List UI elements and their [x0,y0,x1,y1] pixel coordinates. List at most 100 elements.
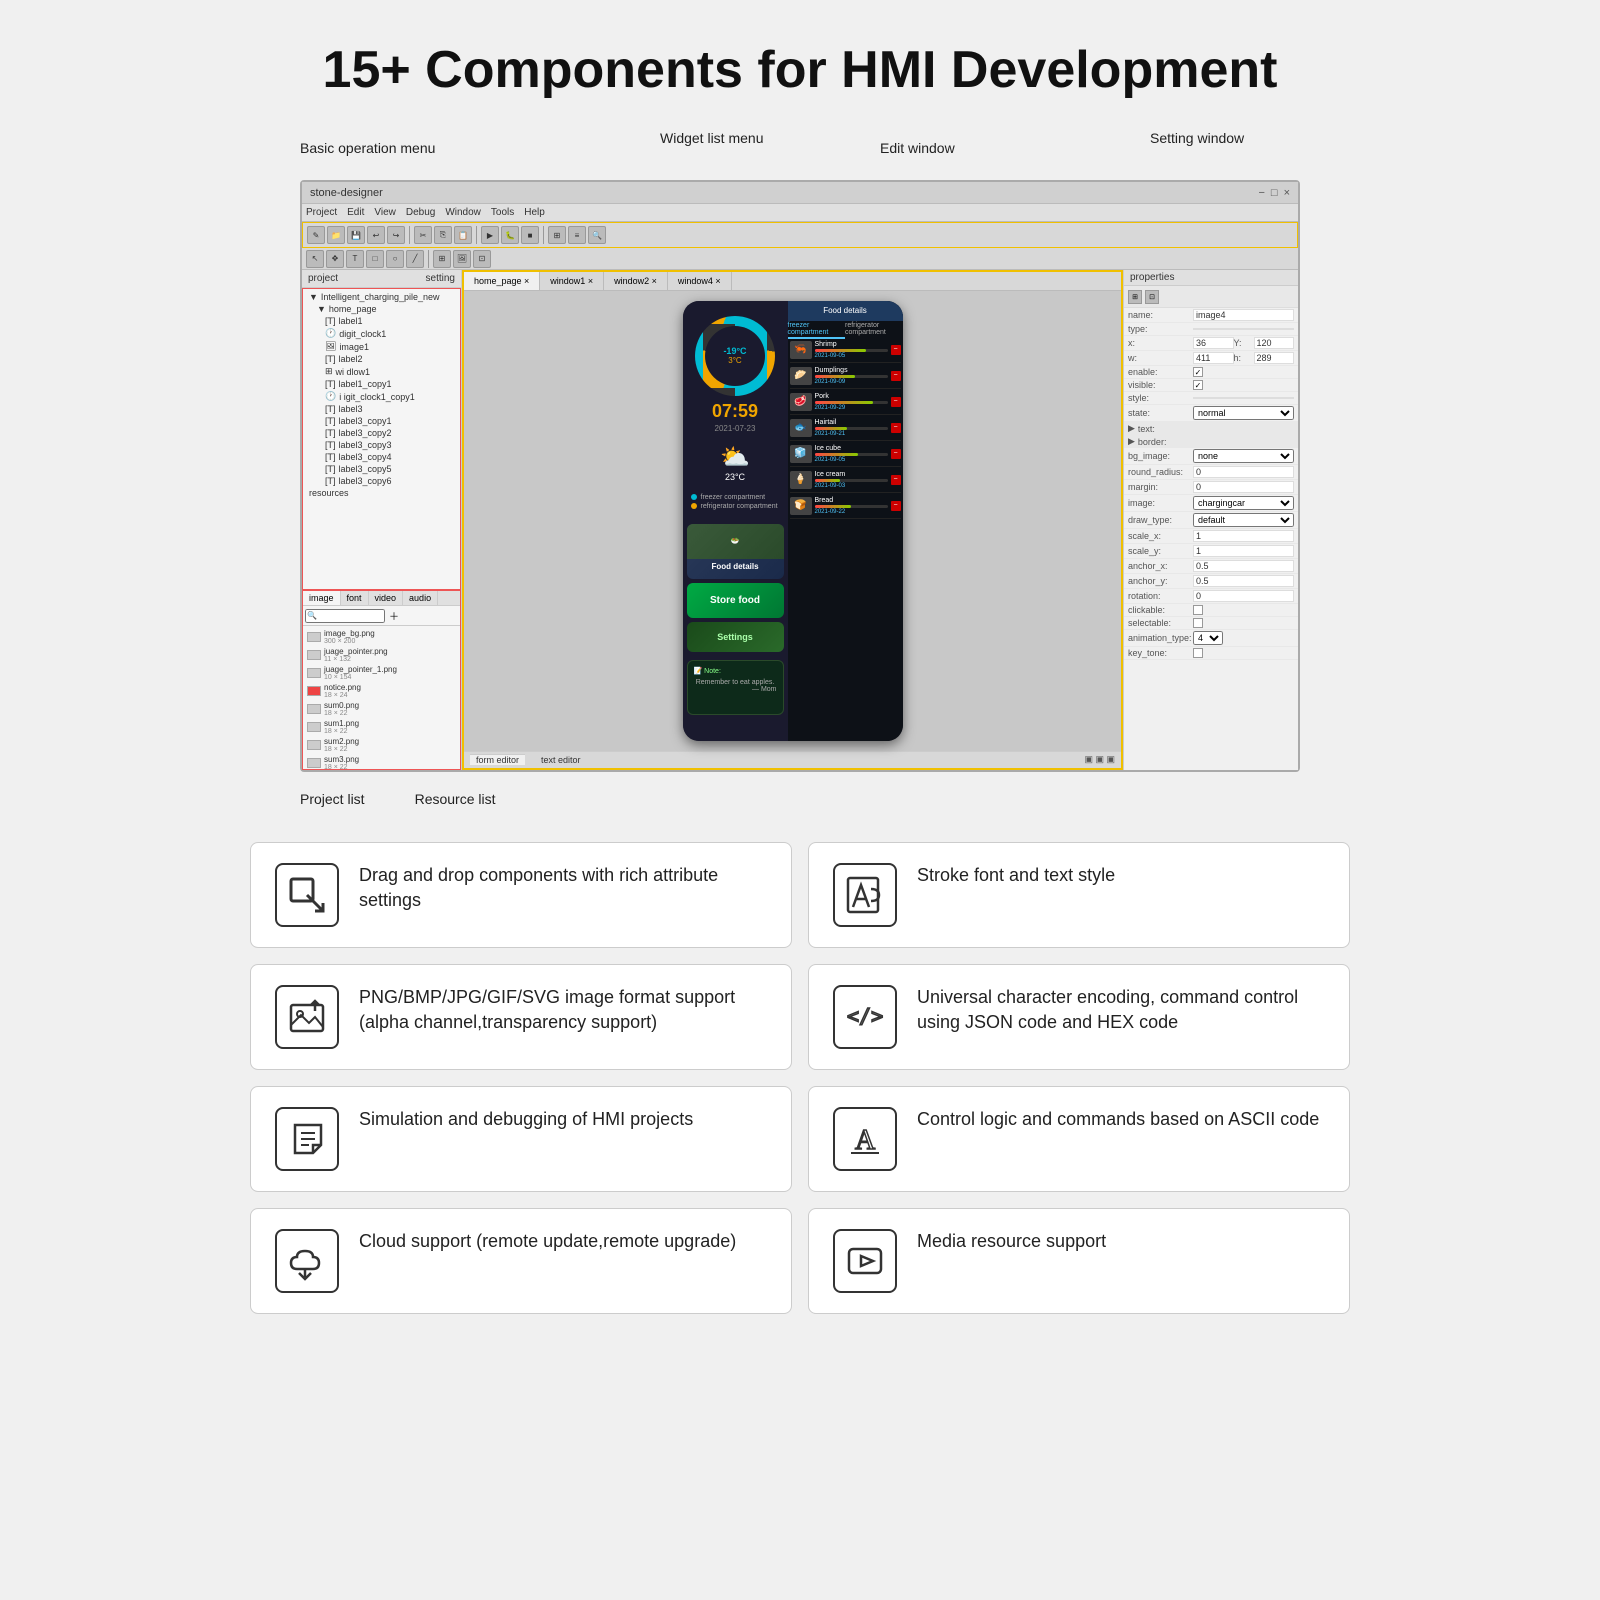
form-editor-tab[interactable]: form editor [470,754,525,765]
prop-bgimage-select[interactable]: none [1193,449,1294,463]
prop-w-value[interactable]: 411 [1193,352,1234,364]
prop-keytone-checkbox[interactable] [1193,648,1203,658]
menu-tools[interactable]: Tools [491,207,514,218]
resource-tab-image[interactable]: image [303,591,341,605]
tree-label3-c2[interactable]: [T]label3_copy2 [305,427,458,439]
prop-visible-checkbox[interactable]: ✓ [1193,380,1203,390]
toolbar-align[interactable]: ≡ [568,226,586,244]
prop-h-value[interactable]: 289 [1254,352,1295,364]
prop-enable-checkbox[interactable]: ✓ [1193,367,1203,377]
toolbar-new[interactable]: ✎ [307,226,325,244]
tree-label3-c1[interactable]: [T]label3_copy1 [305,415,458,427]
prop-image-select[interactable]: chargingcar [1193,496,1294,510]
menu-edit[interactable]: Edit [347,207,364,218]
tab-window1[interactable]: window1 × [540,272,604,290]
tree-image1[interactable]: 🖼 image1 [305,340,458,353]
food-del-hairtail[interactable]: − [891,423,901,433]
toolbar-save[interactable]: 💾 [347,226,365,244]
toolbar-move[interactable]: ✥ [326,250,344,268]
toolbar-cut[interactable]: ✂ [414,226,432,244]
tree-label2[interactable]: [T] label2 [305,353,458,365]
tree-label3[interactable]: [T]label3 [305,403,458,415]
menu-project[interactable]: Project [306,207,337,218]
food-del-bread[interactable]: − [891,501,901,511]
prop-animtype-select[interactable]: 4 [1193,631,1223,645]
resource-tab-video[interactable]: video [369,591,404,605]
prop-anchory-value[interactable]: 0.5 [1193,575,1294,587]
tree-digit-copy1[interactable]: 🕐 i igit_clock1_copy1 [305,390,458,403]
prop-state-select[interactable]: normal [1193,406,1294,420]
props-tool-1[interactable]: ⊞ [1128,290,1142,304]
tree-label3-c4[interactable]: [T]label3_copy4 [305,451,458,463]
menu-help[interactable]: Help [524,207,545,218]
toolbar-undo[interactable]: ↩ [367,226,385,244]
prop-scalex-value[interactable]: 1 [1193,530,1294,542]
prop-drawtype-select[interactable]: default [1193,513,1294,527]
toolbar-debug[interactable]: 🐛 [501,226,519,244]
settings-button[interactable]: Settings [687,622,784,652]
tree-label3-c3[interactable]: [T]label3_copy3 [305,439,458,451]
toolbar-circle[interactable]: ○ [386,250,404,268]
prop-x-value[interactable]: 36 [1193,337,1234,349]
store-food-button[interactable]: Store food [687,583,784,618]
tree-home-page[interactable]: ▼ home_page [305,303,458,315]
food-del-icecube[interactable]: − [891,449,901,459]
toolbar-grid[interactable]: ⊞ [548,226,566,244]
toolbar-redo[interactable]: ↪ [387,226,405,244]
text-editor-tab[interactable]: text editor [535,755,587,765]
food-del-pork[interactable]: − [891,397,901,407]
close-button[interactable]: × [1284,187,1290,199]
tab-window4[interactable]: window4 × [668,272,732,290]
prop-scaley-value[interactable]: 1 [1193,545,1294,557]
prop-radius-value[interactable]: 0 [1193,466,1294,478]
toolbar-copy[interactable]: ⎘ [434,226,452,244]
tree-label3-c6[interactable]: [T]label3_copy6 [305,475,458,487]
toolbar-text[interactable]: T [346,250,364,268]
toolbar-widget[interactable]: ⊞ [433,250,451,268]
prop-rotation-value[interactable]: 0 [1193,590,1294,602]
props-tool-2[interactable]: ⊡ [1145,290,1159,304]
resource-add-button[interactable]: ＋ [389,608,399,623]
prop-margin-value[interactable]: 0 [1193,481,1294,493]
tab-window2[interactable]: window2 × [604,272,668,290]
tree-root[interactable]: ▼ Intelligent_charging_pile_new [305,291,458,303]
prop-y-value[interactable]: 120 [1254,337,1295,349]
resource-search[interactable] [305,609,385,623]
prop-border-expand[interactable]: ▶ [1128,436,1135,447]
toolbar-image[interactable]: 🖼 [453,250,471,268]
toolbar-paste[interactable]: 📋 [454,226,472,244]
tree-resources[interactable]: resources [305,487,458,499]
tree-label1[interactable]: [T] label1 [305,315,458,327]
prop-anchorx-value[interactable]: 0.5 [1193,560,1294,572]
tree-window1[interactable]: ⊞ wi dlow1 [305,365,458,378]
toolbar-button[interactable]: ⊡ [473,250,491,268]
tree-label3-c5[interactable]: [T]label3_copy5 [305,463,458,475]
prop-clickable-checkbox[interactable] [1193,605,1203,615]
menu-window[interactable]: Window [445,207,481,218]
resource-tab-font[interactable]: font [341,591,369,605]
resource-tab-audio[interactable]: audio [403,591,438,605]
window-controls[interactable]: − □ × [1258,187,1290,199]
tab-home-page[interactable]: home_page × [464,272,540,290]
prop-selectable-checkbox[interactable] [1193,618,1203,628]
tree-label1-copy1[interactable]: [T] label1_copy1 [305,378,458,390]
toolbar-select[interactable]: ↖ [306,250,324,268]
toolbar-zoom[interactable]: 🔍 [588,226,606,244]
toolbar-rect[interactable]: □ [366,250,384,268]
toolbar-open[interactable]: 📁 [327,226,345,244]
prop-text-expand[interactable]: ▶ [1128,423,1135,434]
toolbar-stop[interactable]: ■ [521,226,539,244]
tree-digit-clock1[interactable]: 🕐 digit_clock1 [305,327,458,340]
maximize-button[interactable]: □ [1271,187,1278,199]
food-del-icecream[interactable]: − [891,475,901,485]
food-details-button-area[interactable]: 🥗 Food details [687,524,784,579]
menu-debug[interactable]: Debug [406,207,435,218]
food-del-dumplings[interactable]: − [891,371,901,381]
food-tab-freezer[interactable]: freezer compartment [788,321,846,339]
toolbar-line[interactable]: ╱ [406,250,424,268]
toolbar-run[interactable]: ▶ [481,226,499,244]
minimize-button[interactable]: − [1258,187,1264,199]
menu-view[interactable]: View [374,207,396,218]
food-tab-fridge[interactable]: refrigerator compartment [845,321,903,339]
food-del-shrimp[interactable]: − [891,345,901,355]
